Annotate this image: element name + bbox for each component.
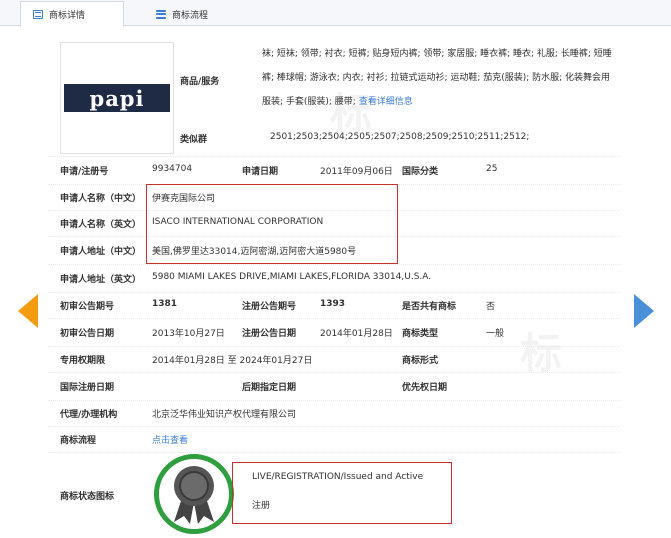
row-divider [48,318,620,319]
trademark-image: papi [60,42,174,154]
exclusive-label: 专用权期限 [60,356,106,366]
reg-pub-no-value: 1393 [320,299,346,309]
prelim-date-label: 初审公告日期 [60,329,115,339]
row-divider [48,400,620,401]
prelim-no-value: 1381 [152,299,178,309]
shared-label: 是否共有商标 [402,302,457,312]
award-ribbon-icon [174,466,214,524]
agent-label: 代理/办理机构 [60,410,118,420]
row-divider [48,452,620,453]
tab-trademark-process[interactable]: 商标流程 [144,1,248,27]
row-divider [48,292,620,293]
goods-services-list: 袜; 短袜; 领带; 衬衣; 短裤; 贴身短内裤; 领带; 家居服; 睡衣裤; … [262,42,614,114]
later-date-label: 后期指定日期 [242,383,297,393]
row-divider [48,156,620,157]
tab-label: 商标详情 [49,10,86,21]
app-date-label: 申请日期 [242,167,279,177]
intl-reg-date-label: 国际注册日期 [60,383,115,393]
applicant-cn-label: 申请人名称（中文） [60,194,142,204]
previous-arrow-icon[interactable] [18,294,38,328]
process-label: 商标流程 [60,436,97,446]
exclusive-value: 2014年01月28日 至 2024年01月27日 [152,356,313,366]
reg-pub-no-label: 注册公告期号 [242,302,297,312]
registration-badge-icon [154,454,234,534]
goods-text: 袜; 短袜; 领带; 衬衣; 短裤; 贴身短内裤; 领带; 家居服; 睡衣裤; … [262,49,612,107]
prelim-no-label: 初审公告期号 [60,302,115,312]
tab-label: 商标流程 [172,10,209,21]
shared-value: 否 [486,302,496,312]
status-line-english: LIVE/REGISTRATION/Issued and Active [252,472,424,482]
applicant-en-label: 申请人名称（英文） [60,220,142,230]
row-divider [48,264,620,265]
prelim-date-value: 2013年10月27日 [152,329,225,339]
list-icon [156,9,166,19]
process-link[interactable]: 点击查看 [152,433,188,446]
intl-class-value: 25 [486,164,498,174]
reg-no-label: 申请/注册号 [60,167,109,177]
trademark-detail-panel: papi 商品/服务 袜; 短袜; 领带; 衬衣; 短裤; 贴身短内裤; 领带;… [48,34,620,534]
status-line-chinese: 注册 [252,501,271,511]
status-icon-label: 商标状态图标 [60,492,115,502]
app-date-value: 2011年09月06日 [320,167,393,177]
document-icon [33,9,43,19]
priority-label: 优先权日期 [402,383,448,393]
mark-form-label: 商标形式 [402,356,439,366]
view-details-link[interactable]: 查看详细信息 [359,97,413,107]
similar-group-value: 2501;2503;2504;2505;2507;2508;2509;2510;… [270,132,530,142]
address-en-value: 5980 MIAMI LAKES DRIVE,MIAMI LAKES,FLORI… [152,272,432,282]
intl-class-label: 国际分类 [402,167,439,177]
row-divider [48,372,620,373]
trademark-logo: papi [64,84,170,112]
reg-no-value: 9934704 [152,164,193,174]
highlight-box-applicant [146,184,398,264]
next-arrow-icon[interactable] [634,294,654,328]
mark-type-label: 商标类型 [402,329,439,339]
row-divider [48,346,620,347]
tab-bar: 商标详情 商标流程 [0,0,671,27]
goods-label: 商品/服务 [180,77,220,87]
address-en-label: 申请人地址（英文） [60,275,142,285]
tab-trademark-details[interactable]: 商标详情 [20,1,124,27]
reg-pub-date-label: 注册公告日期 [242,329,297,339]
address-cn-label: 申请人地址（中文） [60,247,142,257]
mark-type-value: 一般 [486,329,505,339]
reg-pub-date-value: 2014年01月28日 [320,329,393,339]
similar-group-label: 类似群 [180,135,208,145]
row-divider [48,426,620,427]
agent-value: 北京泛华伟业知识产权代理有限公司 [152,410,297,420]
